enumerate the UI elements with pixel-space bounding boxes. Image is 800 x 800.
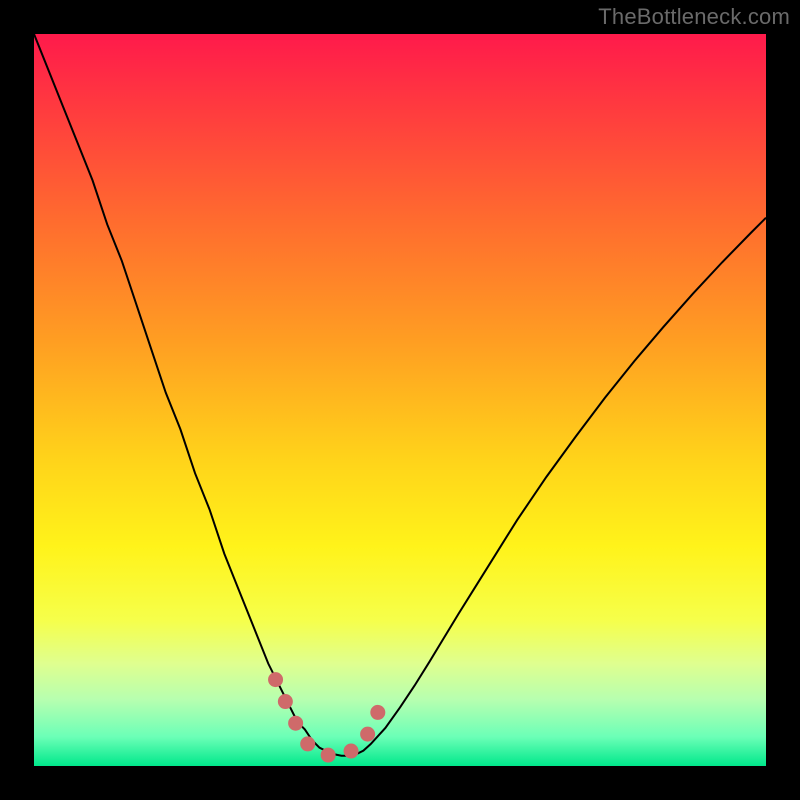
chart-svg [34,34,766,766]
chart-frame: TheBottleneck.com [0,0,800,800]
watermark-text: TheBottleneck.com [598,4,790,30]
plot-area [34,34,766,766]
gradient-background [34,34,766,766]
